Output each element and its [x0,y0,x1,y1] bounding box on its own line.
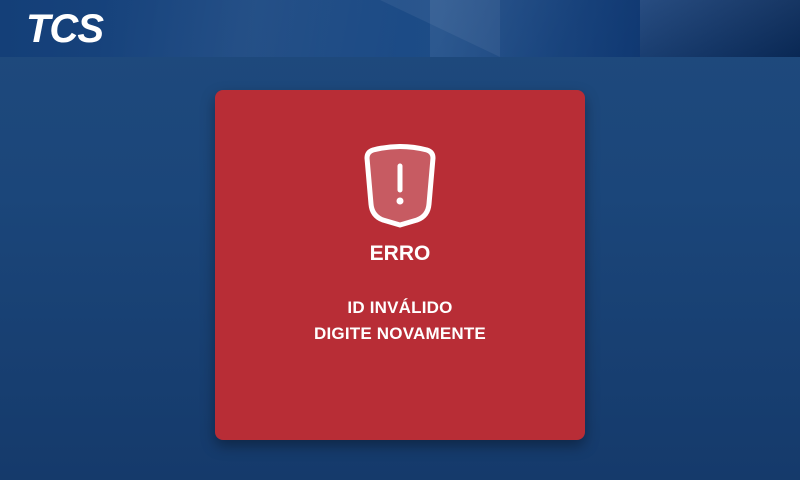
header-decoration [430,0,650,57]
error-message-line-2: DIGITE NOVAMENTE [314,324,486,343]
header-decoration [640,0,800,57]
error-title: ERRO [369,242,431,265]
tcs-logo: TCS [26,7,104,51]
header-decoration [100,0,400,57]
shield-alert-icon [364,144,436,228]
error-message: ID INVÁLIDO DIGITE NOVAMENTE [215,295,585,347]
error-message-line-1: ID INVÁLIDO [347,298,453,317]
error-dialog: ERRO ID INVÁLIDO DIGITE NOVAMENTE [215,90,585,440]
header-bar: TCS [0,0,800,57]
